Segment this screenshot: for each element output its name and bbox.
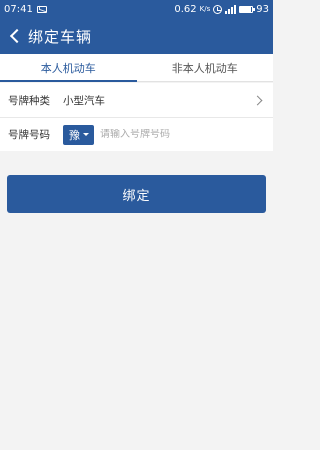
- alarm-clock-icon: [213, 4, 223, 14]
- message-icon: [36, 5, 47, 13]
- title-bar: 绑定车辆: [0, 18, 273, 54]
- signal-icon: [225, 4, 237, 14]
- chevron-left-icon: [9, 28, 25, 44]
- caret-down-icon: [83, 133, 89, 136]
- status-bar: 07:41 0.62 K/s 93: [0, 0, 273, 18]
- battery-level: 93: [256, 3, 269, 15]
- plate-type-row[interactable]: 号牌种类 小型汽车: [0, 83, 273, 117]
- network-speed-unit: K/s: [199, 5, 211, 13]
- page-title: 绑定车辆: [28, 27, 93, 46]
- plate-number-row: 号牌号码 豫: [0, 117, 273, 151]
- plate-type-label: 号牌种类: [8, 94, 50, 107]
- vehicle-form: 号牌种类 小型汽车 号牌号码 豫: [0, 83, 273, 151]
- bind-button[interactable]: 绑定: [7, 175, 266, 213]
- chevron-right-icon: [252, 95, 263, 105]
- battery-icon: [239, 5, 256, 13]
- province-value: 豫: [69, 128, 80, 142]
- plate-number-input[interactable]: [100, 129, 240, 140]
- province-selector[interactable]: 豫: [63, 124, 94, 145]
- tab-other-vehicle[interactable]: 非本人机动车: [137, 54, 274, 81]
- network-speed: 0.62: [174, 3, 197, 15]
- back-button[interactable]: [0, 18, 28, 54]
- tab-own-vehicle[interactable]: 本人机动车: [0, 54, 137, 82]
- status-right: 0.62 K/s 93: [174, 4, 269, 15]
- plate-type-value: 小型汽车: [63, 94, 105, 107]
- status-left: 07:41: [4, 4, 47, 15]
- tab-bar: 本人机动车 非本人机动车: [0, 54, 273, 82]
- plate-number-label: 号牌号码: [8, 129, 50, 141]
- status-time: 07:41: [4, 3, 33, 15]
